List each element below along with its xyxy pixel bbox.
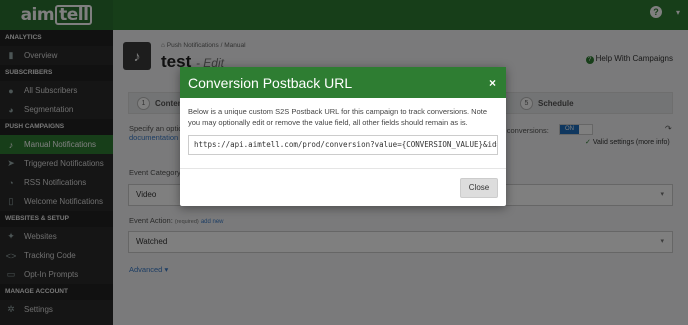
modal-body: Below is a unique custom S2S Postback UR… <box>180 98 506 155</box>
postback-url-field[interactable]: https://api.aimtell.com/prod/conversion?… <box>188 135 498 155</box>
modal-footer: Close <box>180 168 506 206</box>
modal-title: Conversion Postback URL <box>188 74 353 91</box>
close-button[interactable]: Close <box>460 178 498 198</box>
modal-header: Conversion Postback URL × <box>180 67 506 98</box>
conversion-postback-modal: Conversion Postback URL × Below is a uni… <box>180 67 506 206</box>
close-icon[interactable]: × <box>489 76 496 90</box>
modal-description: Below is a unique custom S2S Postback UR… <box>188 107 488 127</box>
